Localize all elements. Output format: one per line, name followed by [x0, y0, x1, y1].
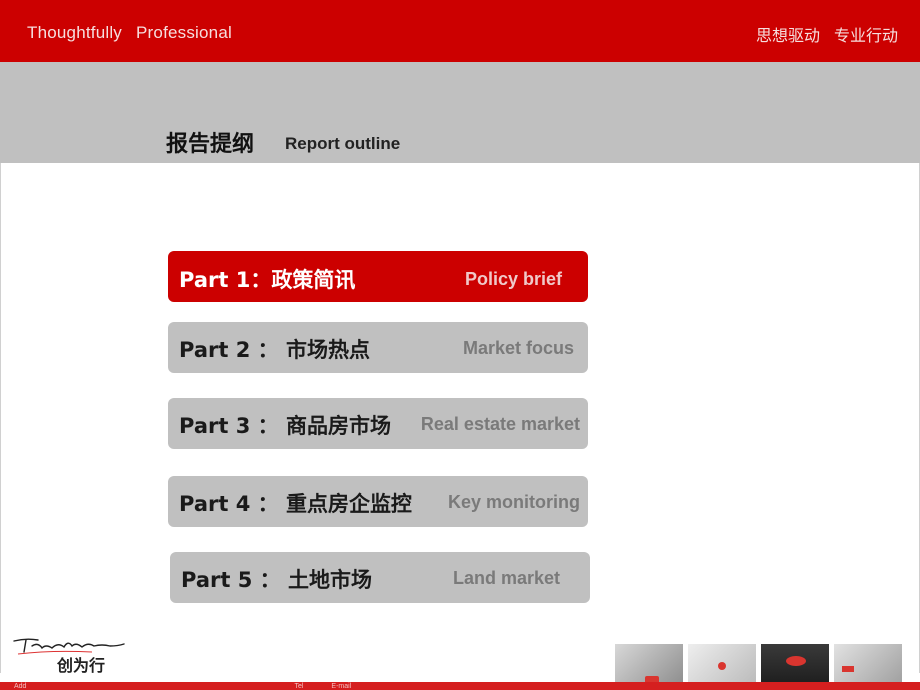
outline-item-part-1[interactable]: Part 1：政策简讯 Policy brief — [168, 251, 588, 302]
slogan-word: Professional — [136, 23, 232, 42]
outline-item-label: Part 5 ： 土地市场 — [181, 568, 372, 592]
footer-bar: Add Tel E-mail — [0, 682, 920, 690]
page-title: 报告提纲 — [166, 132, 255, 157]
outline-item-english-label: Real estate market — [420, 414, 580, 434]
outline-item-label: Part 2 ： 市场热点 — [179, 338, 370, 362]
slogan-phrase: 思想驱动 — [755, 26, 820, 45]
outline-item-part-4[interactable]: Part 4 ： 重点房企监控 Key monitoring — [168, 476, 588, 527]
footer-email-label: E-mail — [331, 683, 352, 690]
outline-item-english-label: Key monitoring — [447, 492, 580, 512]
title-band: 报告提纲 Report outline — [0, 62, 920, 163]
logo-chinese-name: 创为行 — [57, 656, 106, 675]
outline-item-english-label: Policy brief — [464, 269, 562, 289]
page-subtitle: Report outline — [285, 134, 401, 153]
outline-item-label: Part 4 ： 重点房企监控 — [179, 492, 412, 516]
outline-item-english-label: Market focus — [462, 338, 574, 358]
footer-contact: Add Tel E-mail — [14, 683, 379, 690]
slogan-phrase: 专业行动 — [833, 26, 898, 45]
outline-item-part-5[interactable]: Part 5 ： 土地市场 Land market — [170, 552, 590, 603]
slogan-word: Thoughtfully — [27, 23, 123, 42]
company-logo: 创为行 — [12, 632, 127, 675]
outline-item-english-label: Land market — [452, 568, 560, 588]
outline-item-part-3[interactable]: Part 3 ： 商品房市场 Real estate market — [168, 398, 588, 449]
slogan-chinese: 思想驱动 专业行动 — [756, 22, 898, 46]
outline-item-part-2[interactable]: Part 2 ： 市场热点 Market focus — [168, 322, 588, 373]
outline-item-label: Part 1：政策简讯 — [179, 268, 356, 292]
top-banner: Thoughtfully Professional 思想驱动 专业行动 — [0, 0, 920, 62]
slogan-english: Thoughtfully Professional — [27, 23, 232, 43]
outline-item-label: Part 3 ： 商品房市场 — [179, 414, 391, 438]
footer-tel-label: Tel — [294, 683, 304, 690]
footer-address-label: Add — [14, 683, 27, 690]
